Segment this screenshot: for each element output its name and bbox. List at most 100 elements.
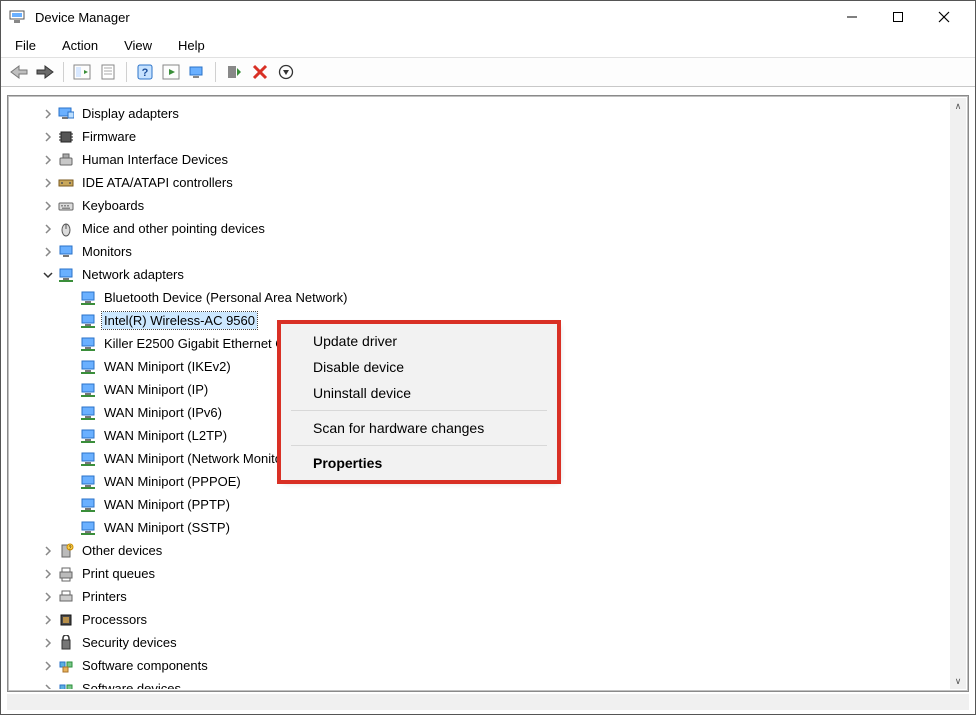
network-icon <box>58 267 74 283</box>
tree-item-label: Processors <box>80 611 149 628</box>
toolbar: ? <box>1 57 975 87</box>
context-menu-separator <box>291 410 547 411</box>
network-icon <box>80 336 96 352</box>
context-menu-scan-hardware[interactable]: Scan for hardware changes <box>283 415 555 441</box>
tree-item[interactable]: Print queues <box>10 562 950 585</box>
titlebar: Device Manager <box>1 1 975 33</box>
hid-icon <box>58 152 74 168</box>
menu-action[interactable]: Action <box>56 36 104 55</box>
tree-item-label: Firmware <box>80 128 138 145</box>
chevron-right-icon[interactable] <box>42 660 54 672</box>
keyboard-icon <box>58 198 74 214</box>
chevron-right-icon[interactable] <box>42 177 54 189</box>
tree-item[interactable]: Monitors <box>10 240 950 263</box>
window-title: Device Manager <box>35 10 130 25</box>
network-icon <box>80 520 96 536</box>
tree-item[interactable]: Printers <box>10 585 950 608</box>
tree-item-label: WAN Miniport (L2TP) <box>102 427 229 444</box>
update-driver-button[interactable] <box>185 60 209 84</box>
network-icon <box>80 497 96 513</box>
tree-item[interactable]: Security devices <box>10 631 950 654</box>
chevron-right-icon[interactable] <box>42 545 54 557</box>
tree-item-label: Keyboards <box>80 197 146 214</box>
menubar: File Action View Help <box>1 33 975 57</box>
firmware-icon <box>58 129 74 145</box>
help-button[interactable]: ? <box>133 60 157 84</box>
tree-item-label: Printers <box>80 588 129 605</box>
chevron-right-icon[interactable] <box>42 246 54 258</box>
context-menu-update-driver[interactable]: Update driver <box>283 328 555 354</box>
back-button[interactable] <box>7 60 31 84</box>
ide-icon <box>58 175 74 191</box>
network-icon <box>80 359 96 375</box>
tree-item-label: Human Interface Devices <box>80 151 230 168</box>
mouse-icon <box>58 221 74 237</box>
context-menu-uninstall-device[interactable]: Uninstall device <box>283 380 555 406</box>
context-menu: Update driver Disable device Uninstall d… <box>281 324 557 480</box>
chevron-right-icon[interactable] <box>42 200 54 212</box>
chevron-right-icon[interactable] <box>42 637 54 649</box>
scroll-up-button[interactable]: ∧ <box>950 98 966 114</box>
chevron-right-icon[interactable] <box>42 131 54 143</box>
action-button[interactable] <box>159 60 183 84</box>
svg-text:?: ? <box>142 67 149 79</box>
tree-item[interactable]: Firmware <box>10 125 950 148</box>
context-menu-properties[interactable]: Properties <box>283 450 555 476</box>
menu-view[interactable]: View <box>118 36 158 55</box>
window-controls <box>829 1 967 33</box>
menu-help[interactable]: Help <box>172 36 211 55</box>
tree-item[interactable]: Display adapters <box>10 102 950 125</box>
context-menu-disable-device[interactable]: Disable device <box>283 354 555 380</box>
tree-item-label: WAN Miniport (PPPOE) <box>102 473 243 490</box>
enable-device-button[interactable] <box>222 60 246 84</box>
tree-item[interactable]: IDE ATA/ATAPI controllers <box>10 171 950 194</box>
forward-button[interactable] <box>33 60 57 84</box>
toolbar-separator <box>215 62 216 82</box>
tree-item-label: WAN Miniport (IKEv2) <box>102 358 233 375</box>
tree-item-label: WAN Miniport (Network Monitor) <box>102 450 293 467</box>
tree-item[interactable]: Network adapters <box>10 263 950 286</box>
tree-item[interactable]: WAN Miniport (PPTP) <box>10 493 950 516</box>
tree-item[interactable]: WAN Miniport (SSTP) <box>10 516 950 539</box>
chevron-right-icon[interactable] <box>42 591 54 603</box>
tree-item[interactable]: Software components <box>10 654 950 677</box>
chevron-right-icon[interactable] <box>42 614 54 626</box>
component-icon <box>58 681 74 690</box>
tree-item-label: Software devices <box>80 680 183 689</box>
tree-item[interactable]: ? Other devices <box>10 539 950 562</box>
tree-item-label: WAN Miniport (SSTP) <box>102 519 232 536</box>
chevron-down-icon[interactable] <box>42 269 54 281</box>
chevron-right-icon[interactable] <box>42 223 54 235</box>
vertical-scrollbar[interactable]: ∧ ∨ <box>950 98 966 689</box>
show-hide-tree-button[interactable] <box>70 60 94 84</box>
tree-item-label: Display adapters <box>80 105 181 122</box>
app-icon <box>9 9 25 25</box>
menu-file[interactable]: File <box>9 36 42 55</box>
maximize-button[interactable] <box>875 1 921 33</box>
chevron-right-icon[interactable] <box>42 568 54 580</box>
tree-item[interactable]: Mice and other pointing devices <box>10 217 950 240</box>
uninstall-device-button[interactable] <box>248 60 272 84</box>
chevron-right-icon[interactable] <box>42 108 54 120</box>
properties-button[interactable] <box>96 60 120 84</box>
tree-item[interactable]: Processors <box>10 608 950 631</box>
tree-item[interactable]: Keyboards <box>10 194 950 217</box>
tree-item-label: Other devices <box>80 542 164 559</box>
minimize-button[interactable] <box>829 1 875 33</box>
tree-item-label: Monitors <box>80 243 134 260</box>
chevron-right-icon[interactable] <box>42 683 54 690</box>
network-icon <box>80 474 96 490</box>
tree-item[interactable]: Software devices <box>10 677 950 689</box>
tree-item[interactable]: Human Interface Devices <box>10 148 950 171</box>
chevron-right-icon[interactable] <box>42 154 54 166</box>
scan-hardware-button[interactable] <box>274 60 298 84</box>
tree-item-label: Mice and other pointing devices <box>80 220 267 237</box>
cpu-icon <box>58 612 74 628</box>
other-icon: ? <box>58 543 74 559</box>
close-button[interactable] <box>921 1 967 33</box>
tree-item[interactable]: Bluetooth Device (Personal Area Network) <box>10 286 950 309</box>
network-icon <box>80 451 96 467</box>
tree-item-label: Bluetooth Device (Personal Area Network) <box>102 289 350 306</box>
scroll-down-button[interactable]: ∨ <box>950 673 966 689</box>
security-icon <box>58 635 74 651</box>
